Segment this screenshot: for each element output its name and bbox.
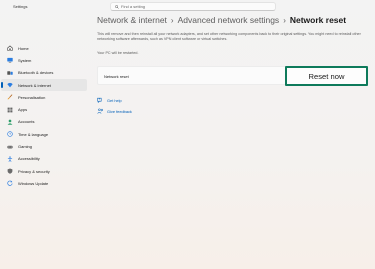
search-box[interactable] [110,2,276,11]
gaming-icon [7,144,13,150]
title-bar: Settings [0,0,375,14]
sidebar-item-privacy-security[interactable]: Privacy & security [1,165,87,177]
sidebar-item-gaming[interactable]: Gaming [1,140,87,152]
sidebar-item-label: Personalisation [18,94,46,100]
sidebar-item-label: System [18,57,32,63]
accounts-icon [7,119,13,125]
sidebar-item-label: Accounts [18,119,35,125]
sidebar-item-network[interactable]: Network & internet [1,78,87,92]
sidebar-item-personalisation[interactable]: Personalisation [1,91,87,103]
wifi-icon [7,82,13,88]
sidebar-item-time-language[interactable]: Time & language [1,128,87,140]
give-feedback-link[interactable]: Give feedback [97,108,132,114]
chevron-right-icon: › [170,15,174,25]
accessibility-icon [7,156,13,162]
sidebar-item-label: Bluetooth & devices [18,70,54,76]
sidebar-item-label: Windows Update [18,180,49,186]
help-icon: ? [97,97,102,103]
sidebar-item-accounts[interactable]: Accounts [1,116,87,128]
home-icon [7,45,13,51]
sidebar-item-label: Accessibility [18,156,40,162]
system-icon [7,57,13,63]
sidebar-item-label: Apps [18,107,28,113]
sidebar-item-label: Privacy & security [18,168,50,174]
sidebar-item-system[interactable]: System [1,54,87,66]
brush-icon [7,94,13,100]
search-icon [115,4,119,9]
sidebar-item-apps[interactable]: Apps [1,103,87,115]
time-language-icon [7,131,13,137]
breadcrumb-item-advanced-network-settings[interactable]: Advanced network settings [178,15,280,25]
sidebar-item-label: Time & language [18,131,49,137]
sidebar-item-label: Home [18,45,29,51]
sidebar-item-windows-update[interactable]: Windows Update [1,177,87,189]
sidebar-item-bluetooth[interactable]: Bluetooth & devices [1,67,87,79]
sidebar: Home System Bluetooth & devices Network … [0,42,90,190]
get-help-label[interactable]: Get help [107,98,122,103]
sidebar-item-label: Network & internet [18,82,51,88]
breadcrumb-item-network-internet[interactable]: Network & internet [97,15,167,25]
app-title: Settings [13,4,28,9]
restart-note: Your PC will be restarted. [97,51,139,55]
network-reset-card: Network reset Reset now [97,66,368,86]
bluetooth-icon [7,70,13,76]
shield-icon [7,168,13,174]
sidebar-item-accessibility[interactable]: Accessibility [1,153,87,165]
search-input[interactable] [121,3,271,10]
give-feedback-label[interactable]: Give feedback [107,109,132,114]
reset-description: This will remove and then reinstall all … [97,32,361,42]
network-reset-label: Network reset [104,74,129,79]
page-title: Network reset [289,15,347,25]
sidebar-item-home[interactable]: Home [1,42,87,54]
feedback-icon [97,108,103,114]
breadcrumb: Network & internet › Advanced network se… [97,15,346,25]
get-help-link[interactable]: ? Get help [97,97,122,103]
apps-icon [7,107,13,113]
sidebar-item-label: Gaming [18,144,33,150]
windows-update-icon [7,180,13,187]
reset-now-button[interactable]: Reset now [285,66,368,86]
chevron-right-icon: › [283,15,286,25]
